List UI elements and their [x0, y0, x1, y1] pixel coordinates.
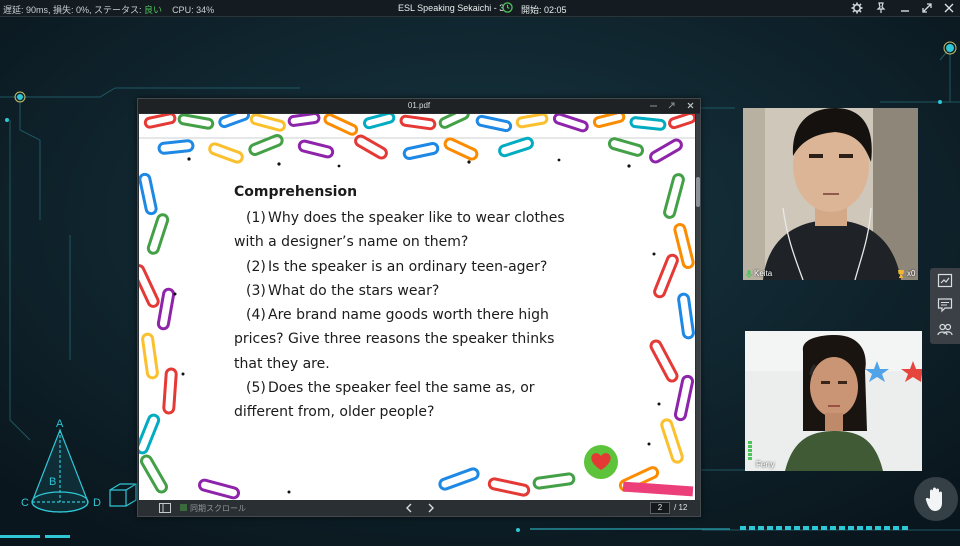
participant-video-keita: [743, 108, 918, 280]
fullscreen-icon[interactable]: [921, 2, 933, 14]
clock-icon: [502, 2, 513, 13]
question-3: (3) What do the stars wear?: [234, 279, 606, 303]
question-text: Are brand name goods worth there high: [268, 307, 549, 324]
question-text: Is the speaker is an ordinary teen-ager?: [268, 258, 548, 275]
question-list: (1) Why does the speaker like to wear clo…: [234, 206, 606, 425]
top-bar: 遅延: 90ms, 損失: 0%, ステータス: 良い CPU: 34% ESL…: [0, 0, 960, 17]
sync-scroll-label: 同期スクロール: [190, 504, 246, 513]
network-stats: 遅延: 90ms, 損失: 0%, ステータス: 良い CPU: 34%: [3, 3, 214, 16]
audio-level-icon: [748, 441, 752, 467]
chat-icon[interactable]: [937, 297, 953, 313]
question-number: (3): [246, 282, 266, 299]
pdf-titlebar[interactable]: 01.pdf: [138, 99, 700, 113]
maximize-icon[interactable]: [666, 100, 677, 111]
pdf-scrollbar-thumb[interactable]: [696, 177, 700, 207]
microphone-icon: [746, 270, 752, 278]
trophy-icon: [898, 270, 904, 278]
question-text: Why does the speaker like to wear clothe…: [268, 210, 565, 226]
question-1-continued: with a designer’s name on them?: [234, 234, 469, 251]
session-start-time: 開始: 02:05: [521, 5, 567, 15]
question-text: What do the stars wear?: [268, 282, 440, 299]
participant-name: Keita: [754, 269, 773, 278]
page-number-input[interactable]: 2: [650, 502, 670, 514]
question-number: (2): [246, 258, 266, 275]
minimize-icon[interactable]: [648, 100, 659, 111]
pdf-toolbar: 同期スクロール 2 / 12: [138, 500, 700, 516]
cone-label-b: B: [49, 476, 57, 488]
participants-icon[interactable]: [937, 321, 953, 337]
cpu-usage: CPU: 34%: [172, 5, 215, 15]
pdf-filename: 01.pdf: [407, 101, 431, 110]
hand-icon: [925, 487, 942, 511]
pdf-content: Comprehension (1) Why does the speaker li…: [234, 184, 606, 425]
gear-icon[interactable]: [851, 2, 863, 14]
question-text: Does the speaker feel the same as, or: [268, 380, 535, 397]
pin-icon[interactable]: [875, 2, 887, 14]
question-2: (2) Is the speaker is an ordinary teen-ag…: [234, 255, 606, 279]
pdf-viewer-window: 01.pdf Comprehension (1) Why does the sp…: [137, 98, 701, 517]
pdf-heading: Comprehension: [234, 184, 358, 200]
question-4: (4) Are brand name goods worth there high: [234, 303, 606, 327]
status-value: 良い: [144, 5, 163, 15]
question-5-continued: different from, older people?: [234, 404, 435, 421]
question-number: (4): [246, 307, 266, 324]
question-1: (1) Why does the speaker like to wear clo…: [234, 206, 606, 230]
video-tile-keita[interactable]: Keita x0: [743, 108, 918, 280]
cone-label-d: D: [93, 497, 101, 509]
network-stats-text: 遅延: 90ms, 損失: 0%, ステータス:: [3, 5, 145, 15]
side-tool-panel: [930, 268, 960, 344]
pdf-scrollbar[interactable]: [696, 114, 700, 500]
question-number: (1): [246, 210, 266, 226]
question-4-continued: prices? Give three reasons the speaker t…: [234, 331, 555, 348]
previous-page-icon[interactable]: [405, 503, 413, 513]
session-title: ESL Speaking Sekaichi - 3: [398, 3, 505, 13]
next-page-icon[interactable]: [427, 503, 435, 513]
sidebar-toggle-icon[interactable]: [159, 503, 171, 513]
pdf-page[interactable]: Comprehension (1) Why does the speaker li…: [139, 114, 695, 500]
cone-label-a: A: [56, 418, 64, 430]
close-icon[interactable]: [685, 100, 696, 111]
question-5: (5) Does the speaker feel the same as, or: [234, 376, 606, 400]
whiteboard-icon[interactable]: [937, 273, 953, 289]
trophy-count: x0: [907, 269, 916, 278]
participant-video-ferry: [745, 331, 922, 471]
video-tile-ferry[interactable]: Ferry: [745, 331, 922, 471]
participant-name: Ferry: [756, 460, 775, 469]
cone-label-c: C: [21, 497, 29, 509]
question-4-continued-2: that they are.: [234, 355, 330, 372]
close-icon[interactable]: [943, 2, 955, 14]
total-pages: / 12: [674, 503, 688, 512]
minimize-icon[interactable]: [899, 2, 911, 14]
sync-scroll-checkbox[interactable]: [180, 504, 187, 511]
question-number: (5): [246, 380, 266, 397]
raise-hand-button[interactable]: [914, 477, 958, 521]
